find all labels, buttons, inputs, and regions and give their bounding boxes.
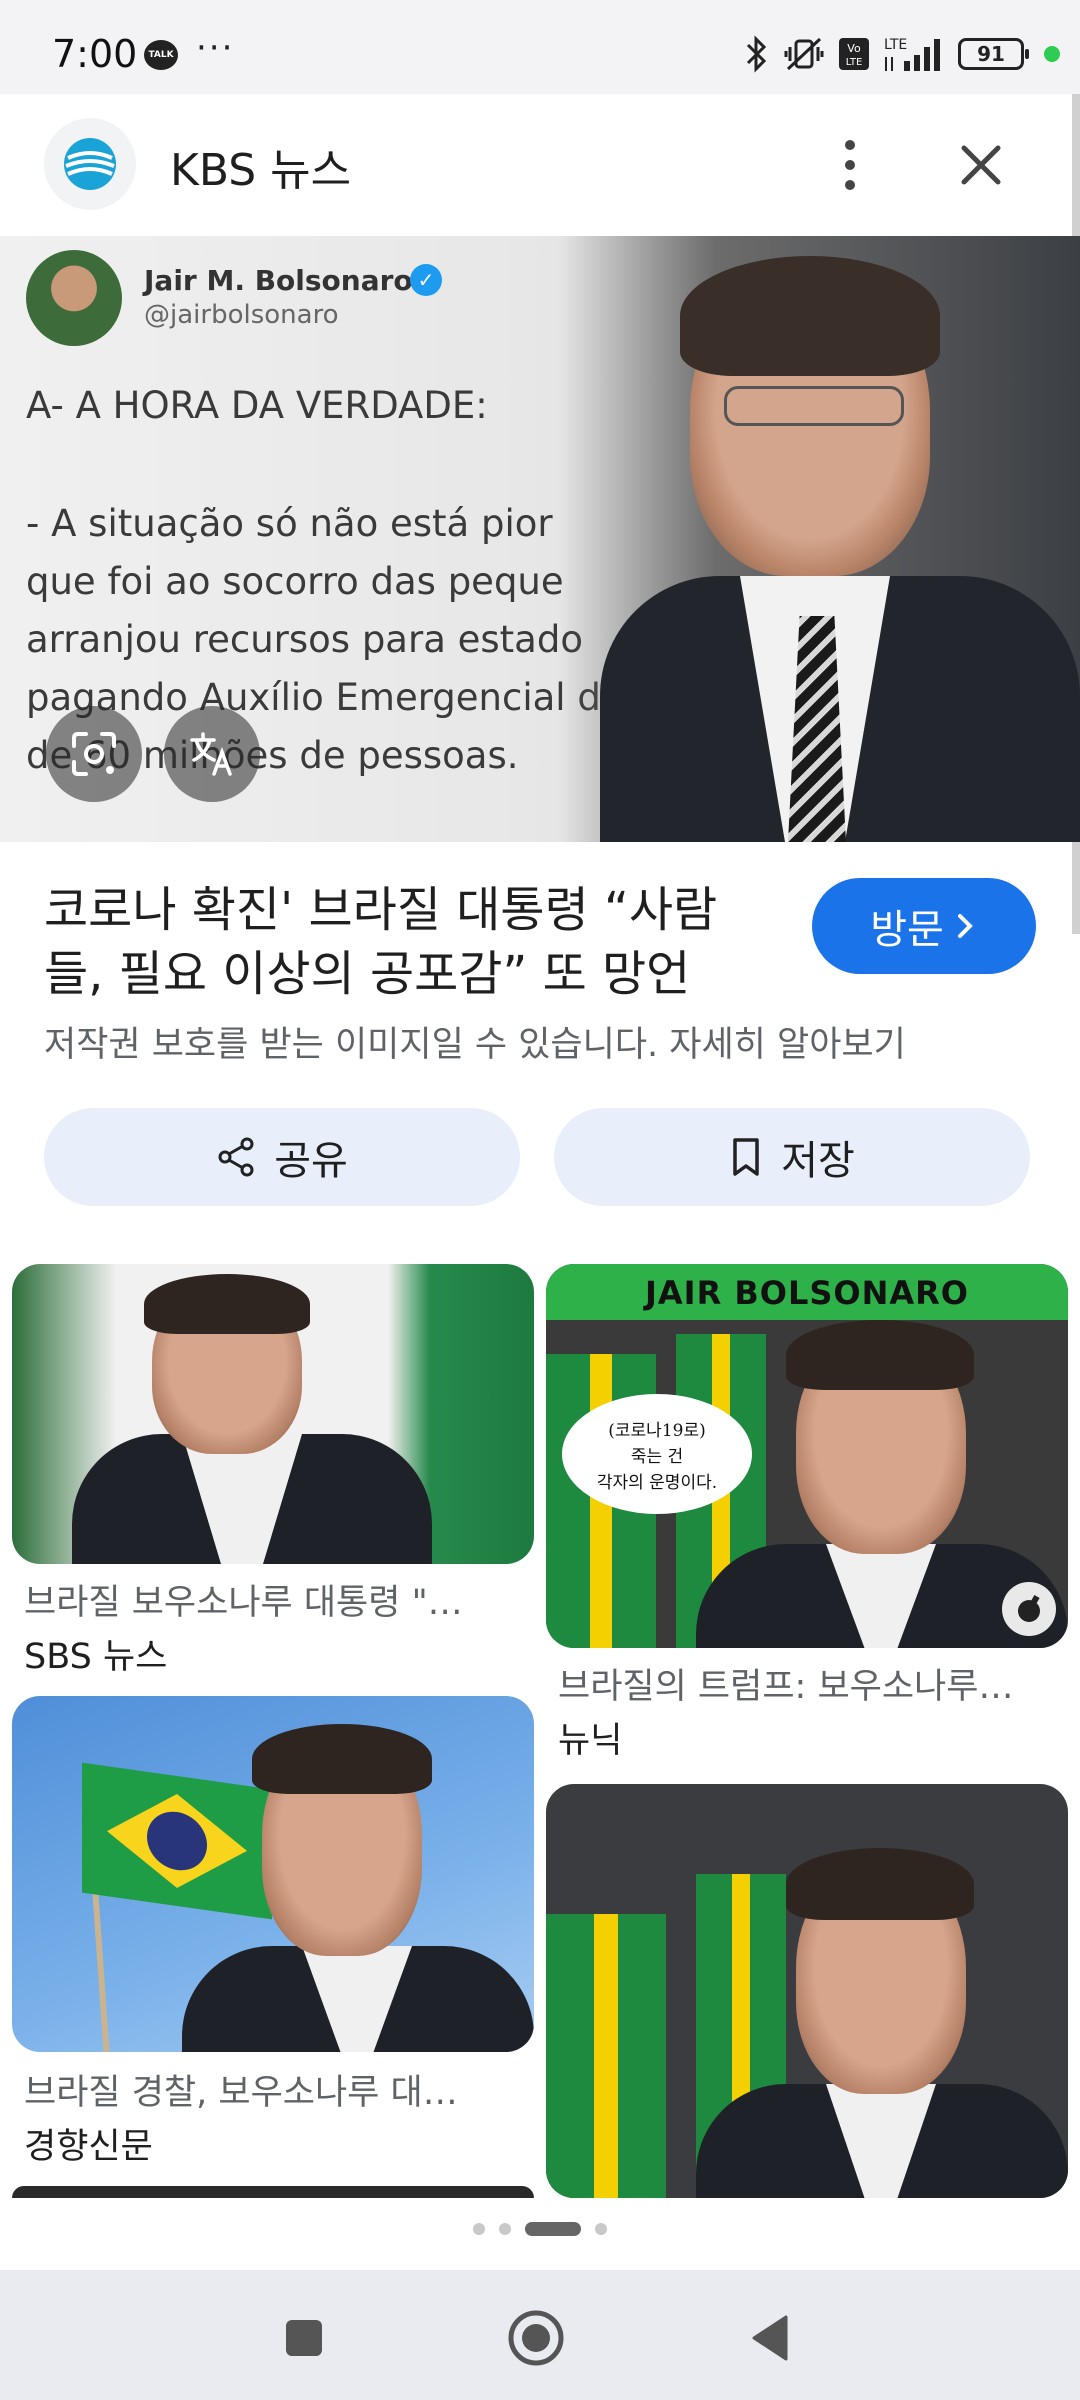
photo-hair: [252, 1724, 432, 1794]
chevron-right-icon: [957, 914, 973, 938]
share-button[interactable]: 공유: [44, 1108, 520, 1206]
tweet-author-name: Jair M. Bolsonaro: [144, 264, 413, 297]
status-bar: 7:00 TALK ··· Vo LTE LTE 91: [0, 0, 1080, 94]
photo-hair: [144, 1274, 310, 1334]
signal-lte-icon: LTE: [884, 37, 940, 71]
related-image-3[interactable]: [12, 1696, 534, 2052]
google-lens-button[interactable]: [46, 706, 142, 802]
source-title[interactable]: KBS 뉴스: [170, 134, 351, 198]
page-dot: [595, 2223, 607, 2235]
privacy-indicator-dot: [1044, 46, 1060, 62]
home-icon: [508, 2310, 564, 2366]
tweet-handle: @jairbolsonaro: [144, 300, 339, 330]
photo-hair: [786, 1848, 974, 1920]
save-label: 저장: [781, 1138, 855, 1184]
related-image-5-partial[interactable]: [12, 2186, 534, 2198]
volte-icon: Vo LTE: [839, 38, 869, 70]
tweet-text-line: A- A HORA DA VERDADE:: [26, 384, 488, 427]
flag-background: [546, 1914, 666, 2198]
related-source-1[interactable]: SBS 뉴스: [24, 1628, 167, 1679]
back-icon: [752, 2315, 788, 2361]
status-icons: Vo LTE LTE 91: [744, 34, 1060, 74]
more-vert-icon: [845, 140, 855, 150]
tweet-avatar: [26, 250, 122, 346]
bluetooth-icon: [746, 35, 767, 73]
related-image-2[interactable]: JAIR BOLSONARO (코로나19로) 죽는 건 각자의 운명이다.: [546, 1264, 1068, 1648]
page-dot: [473, 2223, 485, 2235]
lens-icon: [72, 732, 116, 776]
more-vert-icon: [845, 180, 855, 190]
more-notifications-icon: ···: [196, 28, 235, 68]
photo-hair: [786, 1320, 974, 1390]
visit-button[interactable]: 방문: [812, 878, 1036, 974]
speech-bubble-text: (코로나19로) 죽는 건 각자의 운명이다.: [596, 1421, 718, 1493]
bookmark-icon: [733, 1138, 759, 1176]
svg-text:LTE: LTE: [846, 57, 863, 68]
visit-label: 방문: [870, 907, 944, 953]
home-button[interactable]: [504, 2306, 568, 2370]
share-label: 공유: [274, 1138, 348, 1184]
more-vert-icon: [845, 160, 855, 170]
system-navigation-bar: [0, 2270, 1080, 2400]
tweet-text-line: - A situação só não está pior: [26, 502, 553, 545]
viewer-header: KBS 뉴스: [0, 94, 1080, 236]
svg-text:Vo: Vo: [847, 42, 861, 55]
save-button[interactable]: 저장: [554, 1108, 1030, 1206]
related-source-3[interactable]: 경향신문: [24, 2118, 153, 2169]
recents-icon: [286, 2320, 322, 2356]
image-title[interactable]: 코로나 확진' 브라질 대통령 “사람들, 필요 이상의 공포감” 또 망언: [44, 878, 764, 1006]
related-image-4[interactable]: [546, 1784, 1068, 2198]
video-badge-icon: [1002, 1582, 1056, 1636]
related-caption-3[interactable]: 브라질 경찰, 보우소나루 대…: [24, 2064, 458, 2115]
page-dot: [499, 2223, 511, 2235]
page-indicator: [0, 2222, 1080, 2236]
verified-badge-icon: ✓: [410, 264, 442, 296]
page-dot-active: [525, 2222, 581, 2236]
banner-title: JAIR BOLSONARO: [546, 1264, 1068, 1320]
speech-bubble: (코로나19로) 죽는 건 각자의 운명이다.: [562, 1394, 752, 1514]
brazil-flag: [82, 1762, 272, 1920]
kbs-logo-icon: [64, 138, 116, 190]
related-caption-1[interactable]: 브라질 보우소나루 대통령 "…: [24, 1574, 463, 1625]
more-options-button[interactable]: [822, 130, 878, 200]
photo-glasses: [724, 386, 904, 426]
translate-button[interactable]: [164, 706, 260, 802]
svg-text:LTE: LTE: [884, 37, 907, 53]
copyright-notice[interactable]: 저작권 보호를 받는 이미지일 수 있습니다. 자세히 알아보기: [44, 1016, 906, 1067]
close-button[interactable]: [950, 134, 1012, 196]
tweet-text-line: que foi ao socorro das peque: [26, 560, 564, 603]
hero-image[interactable]: Jair M. Bolsonaro ✓ @jairbolsonaro A- A …: [0, 236, 1080, 842]
recents-button[interactable]: [272, 2306, 336, 2370]
translate-icon: [190, 732, 232, 776]
photo-hair: [680, 256, 940, 376]
status-time: 7:00: [52, 32, 138, 76]
share-icon: [218, 1137, 254, 1177]
kakaotalk-notification-icon: TALK: [144, 40, 178, 70]
kbs-logo[interactable]: [44, 118, 136, 210]
battery-icon: 91: [958, 38, 1029, 70]
related-caption-2[interactable]: 브라질의 트럼프: 보우소나루…: [558, 1658, 1013, 1709]
related-image-1[interactable]: [12, 1264, 534, 1564]
related-source-2[interactable]: 뉴닉: [558, 1712, 622, 1763]
tweet-text-line: arranjou recursos para estado: [26, 618, 583, 661]
vibrate-off-icon: [784, 37, 824, 71]
back-button[interactable]: [738, 2306, 802, 2370]
